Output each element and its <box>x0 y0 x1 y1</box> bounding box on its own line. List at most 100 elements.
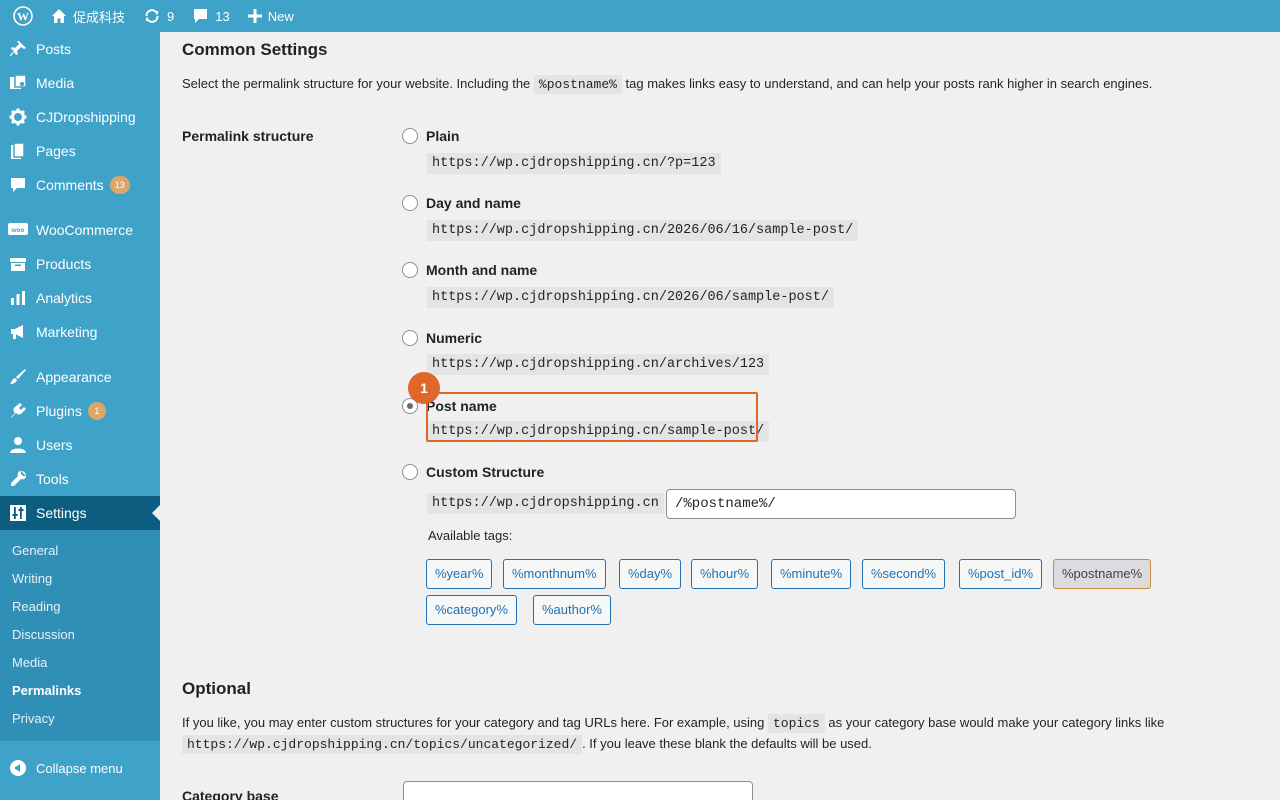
menu-separator <box>0 349 160 360</box>
bar-chart-icon <box>8 288 28 308</box>
pushpin-icon <box>8 39 28 59</box>
option-label: Plain <box>426 128 460 144</box>
menu-label: Appearance <box>36 369 112 385</box>
option-label: Day and name <box>426 195 521 211</box>
menu-users[interactable]: Users <box>0 428 160 462</box>
tag-button-second[interactable]: %second% <box>862 559 946 589</box>
admin-sidebar: Posts Media CJDropshipping Pages Comment… <box>0 32 160 800</box>
desc-text: . If you leave these blank the defaults … <box>582 736 872 751</box>
radio-plain[interactable] <box>402 128 418 144</box>
submenu-general[interactable]: General <box>0 537 160 565</box>
common-settings-heading: Common Settings <box>182 40 328 59</box>
menu-analytics[interactable]: Analytics <box>0 281 160 315</box>
menu-label: WooCommerce <box>36 222 133 238</box>
tag-button-minute[interactable]: %minute% <box>771 559 852 589</box>
main-content: Common Settings Select the permalink str… <box>160 32 1280 800</box>
menu-plugins[interactable]: Plugins 1 <box>0 394 160 428</box>
media-icon <box>8 73 28 93</box>
option-day-and-name[interactable]: Day and name <box>402 195 521 211</box>
menu-tools[interactable]: Tools <box>0 462 160 496</box>
site-name-link[interactable]: 促成科技 <box>42 0 134 32</box>
option-plain[interactable]: Plain <box>402 128 459 144</box>
submenu-media[interactable]: Media <box>0 649 160 677</box>
comment-icon <box>8 175 28 195</box>
updates-count: 9 <box>167 8 175 24</box>
custom-structure-input[interactable]: /%postname%/ <box>666 489 1016 519</box>
category-base-label: Category base <box>182 788 279 800</box>
comment-bubble-icon <box>192 8 209 24</box>
admin-bar: W 促成科技 9 13 New <box>0 0 1280 32</box>
tag-button-day[interactable]: %day% <box>619 559 682 589</box>
common-settings-description: Select the permalink structure for your … <box>182 74 1262 95</box>
option-numeric[interactable]: Numeric <box>402 330 482 346</box>
menu-label: Plugins <box>36 403 82 419</box>
highlight-box <box>426 392 758 442</box>
menu-label: Products <box>36 256 92 272</box>
available-tags-label: Available tags: <box>428 528 513 543</box>
example-url: https://wp.cjdropshipping.cn/?p=123 <box>427 153 721 174</box>
menu-label: Marketing <box>36 324 98 340</box>
tag-button-category[interactable]: %category% <box>426 595 517 625</box>
menu-settings[interactable]: Settings <box>0 496 160 530</box>
menu-label: Comments <box>36 177 104 193</box>
radio-custom-structure[interactable] <box>402 464 418 480</box>
option-custom-structure[interactable]: Custom Structure <box>402 464 544 480</box>
user-icon <box>8 435 28 455</box>
wordpress-logo-icon[interactable]: W <box>4 0 42 32</box>
radio-numeric[interactable] <box>402 330 418 346</box>
new-label: New <box>267 8 294 24</box>
site-name: 促成科技 <box>73 9 126 25</box>
example-url: https://wp.cjdropshipping.cn/2026/06/sam… <box>427 287 834 308</box>
woocommerce-icon: woo <box>8 220 28 240</box>
comments-count: 13 <box>215 8 230 24</box>
menu-label: CJDropshipping <box>36 109 136 125</box>
pages-icon <box>8 141 28 161</box>
collapse-arrow-icon <box>10 760 26 776</box>
tag-button-year[interactable]: %year% <box>426 559 493 589</box>
desc-text: If you like, you may enter custom struct… <box>182 715 768 730</box>
desc-text: Select the permalink structure for your … <box>182 76 534 91</box>
tag-button-hour[interactable]: %hour% <box>691 559 759 589</box>
tag-button-post-id[interactable]: %post_id% <box>959 559 1043 589</box>
optional-description: If you like, you may enter custom struct… <box>182 713 1242 755</box>
home-icon <box>51 8 67 24</box>
comments-link[interactable]: 13 <box>183 0 238 32</box>
tag-button-author[interactable]: %author% <box>533 595 611 625</box>
tag-button-monthnum[interactable]: %monthnum% <box>503 559 606 589</box>
menu-label: Settings <box>36 505 87 521</box>
submenu-permalinks[interactable]: Permalinks <box>0 677 160 705</box>
submenu-reading[interactable]: Reading <box>0 593 160 621</box>
menu-cjdropshipping[interactable]: CJDropshipping <box>0 100 160 134</box>
megaphone-icon <box>8 322 28 342</box>
svg-text:woo: woo <box>11 227 25 234</box>
tag-button-postname[interactable]: %postname% <box>1053 559 1152 589</box>
example-url: https://wp.cjdropshipping.cn/2026/06/16/… <box>427 220 859 241</box>
category-base-input[interactable] <box>403 781 753 800</box>
radio-month-and-name[interactable] <box>402 262 418 278</box>
option-label: Numeric <box>426 330 483 346</box>
menu-posts[interactable]: Posts <box>0 32 160 66</box>
desc-text: as your category base would make your ca… <box>824 715 1165 730</box>
submenu-privacy[interactable]: Privacy <box>0 705 160 733</box>
optional-heading: Optional <box>182 679 251 698</box>
option-month-and-name[interactable]: Month and name <box>402 262 537 278</box>
radio-day-and-name[interactable] <box>402 195 418 211</box>
menu-pages[interactable]: Pages <box>0 134 160 168</box>
menu-label: Posts <box>36 41 72 57</box>
collapse-menu-button[interactable]: Collapse menu <box>0 748 160 788</box>
menu-comments[interactable]: Comments 13 <box>0 168 160 202</box>
updates-link[interactable]: 9 <box>134 0 183 32</box>
menu-marketing[interactable]: Marketing <box>0 315 160 349</box>
menu-appearance[interactable]: Appearance <box>0 360 160 394</box>
menu-products[interactable]: Products <box>0 247 160 281</box>
wrench-icon <box>8 469 28 489</box>
new-content-link[interactable]: New <box>239 0 303 32</box>
menu-media[interactable]: Media <box>0 66 160 100</box>
submenu-writing[interactable]: Writing <box>0 565 160 593</box>
menu-label: Pages <box>36 143 76 159</box>
menu-woocommerce[interactable]: woo WooCommerce <box>0 213 160 247</box>
submenu-discussion[interactable]: Discussion <box>0 621 160 649</box>
topics-code: topics <box>767 714 825 733</box>
permalink-structure-label: Permalink structure <box>182 128 314 144</box>
updates-icon <box>143 7 161 25</box>
